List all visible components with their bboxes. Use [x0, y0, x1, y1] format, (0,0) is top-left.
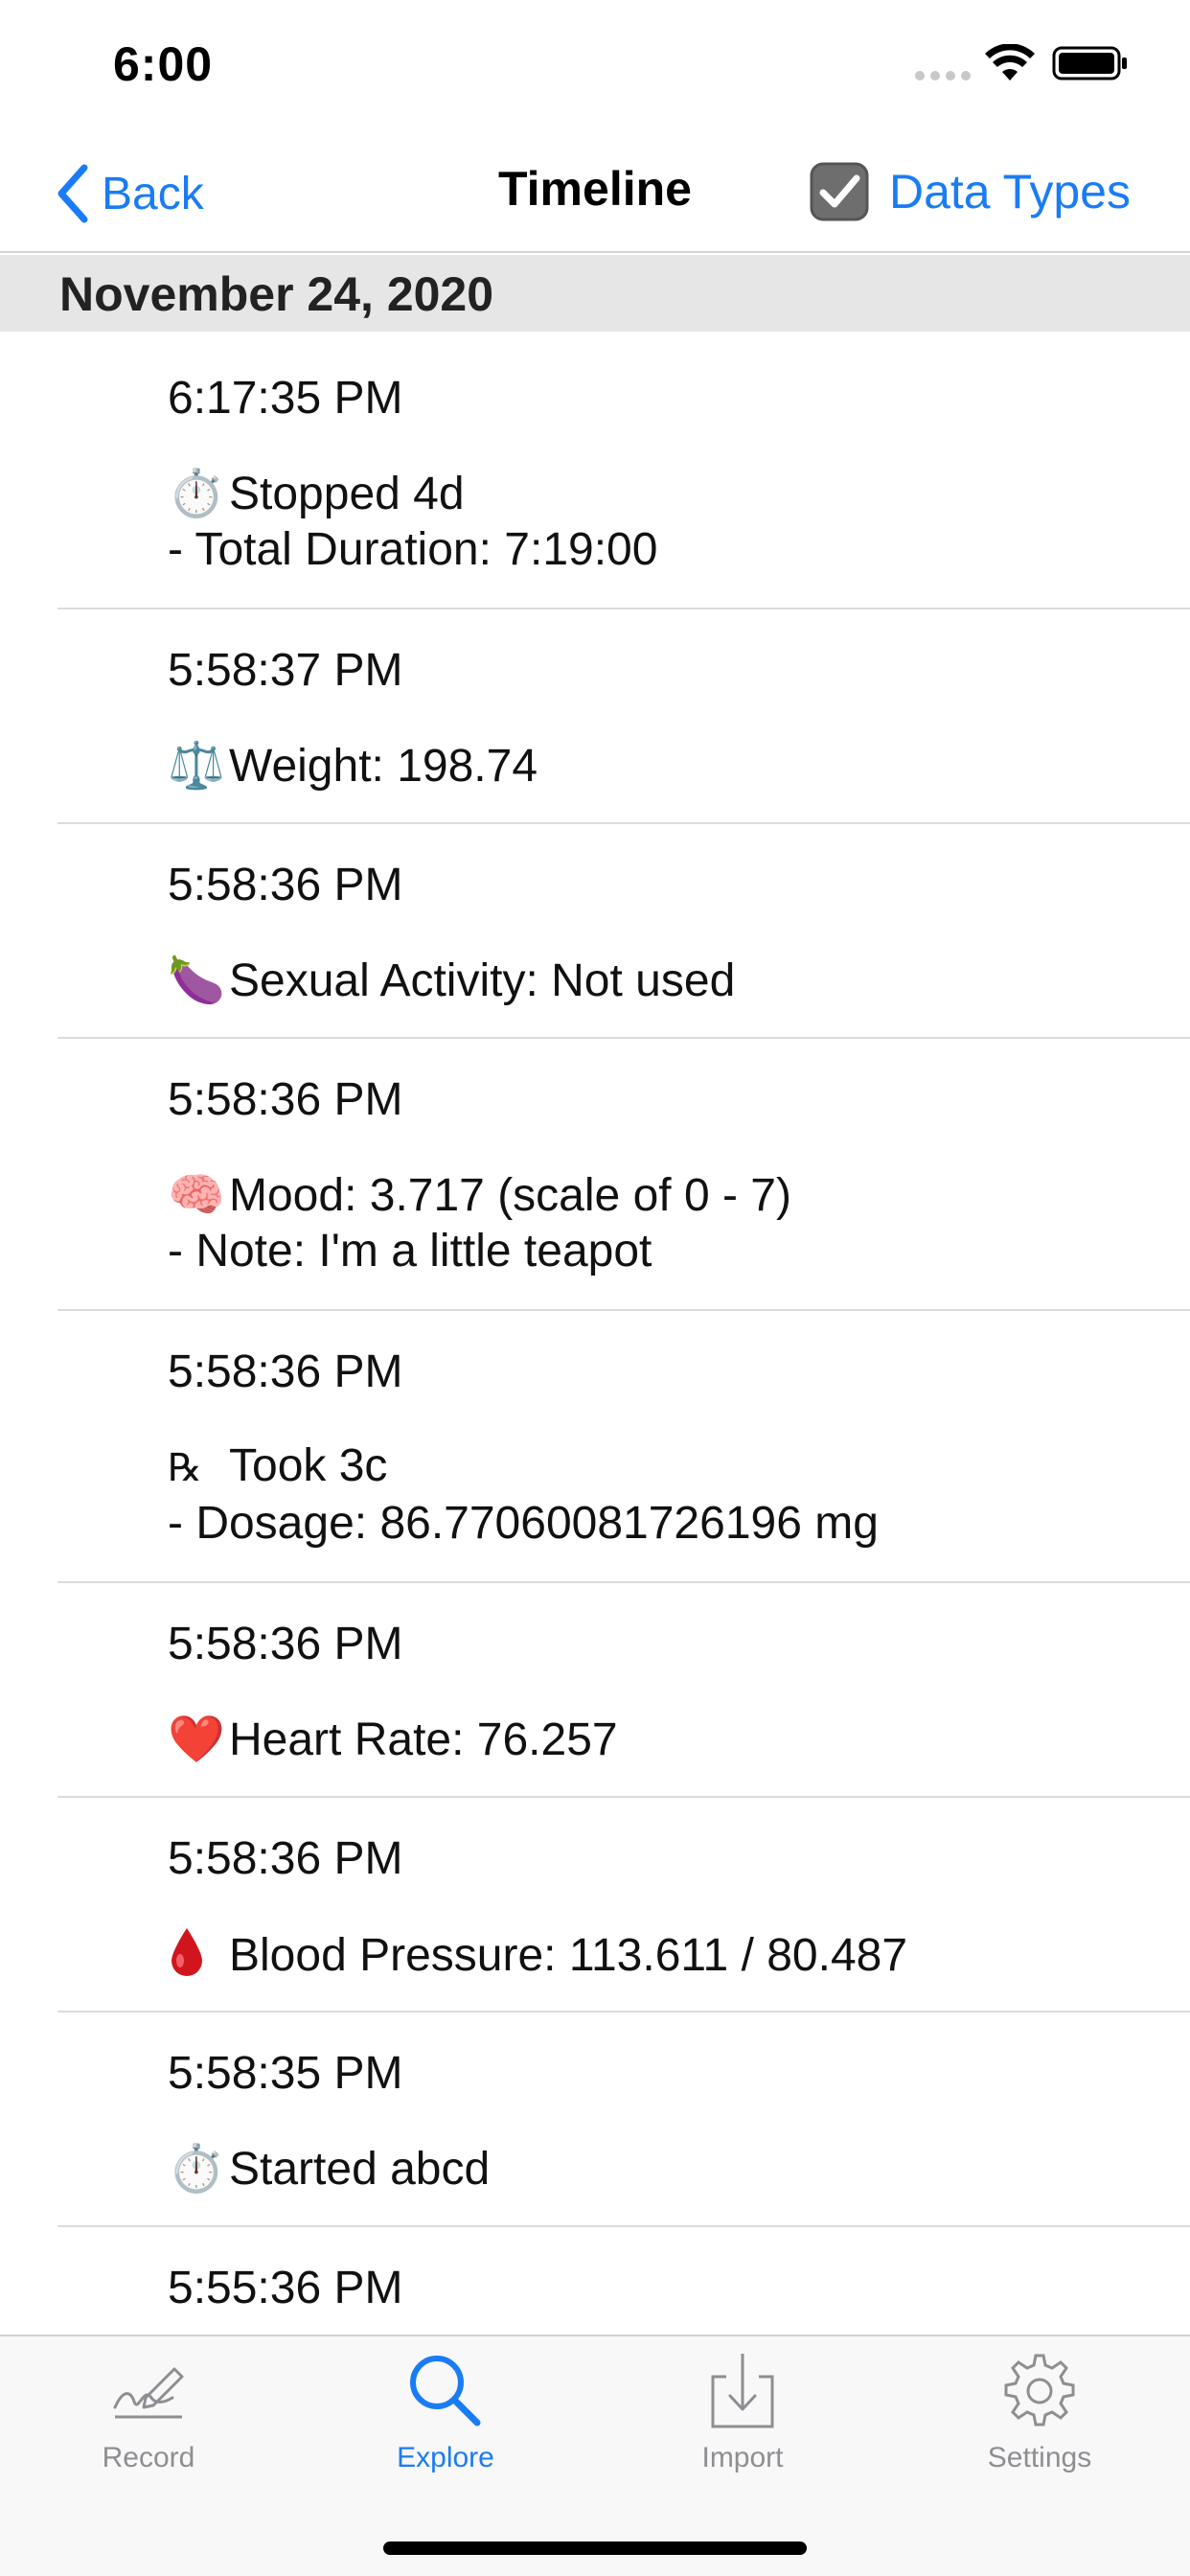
entry-text: Heart Rate: 76.257 [229, 1714, 618, 1765]
tab-label: Record [102, 2442, 195, 2473]
battery-icon [1052, 46, 1127, 80]
gear-icon [1004, 2354, 1075, 2426]
timeline-list[interactable]: 6:17:35 PM ⏱️Stopped 4d - Total Duration… [0, 332, 1190, 2334]
entry-text: Stopped 4d [229, 469, 465, 519]
timeline-entry[interactable]: 5:55:36 PM [0, 2227, 1190, 2334]
search-icon [410, 2356, 481, 2426]
signature-pen-icon [113, 2367, 184, 2419]
tab-label: Import [701, 2442, 784, 2473]
entry-text: Weight: 198.74 [229, 741, 538, 792]
tab-explore[interactable]: Explore [297, 2348, 594, 2492]
entry-text: Started abcd [229, 2144, 491, 2195]
stopwatch-icon: ⏱️ [168, 467, 225, 520]
data-types-label: Data Types [888, 165, 1131, 218]
data-types-button[interactable]: Data Types [809, 157, 1131, 226]
section-date: November 24, 2020 [59, 267, 494, 321]
brain-icon: 🧠 [168, 1168, 225, 1222]
wifi-icon [985, 44, 1035, 80]
entry-detail: - Total Duration: 7:19:00 [168, 524, 658, 575]
timeline-entry[interactable]: 6:17:35 PM ⏱️Stopped 4d - Total Duration… [0, 332, 1190, 610]
entry-time: 5:58:36 PM [168, 1074, 403, 1125]
entry-time: 5:58:36 PM [168, 1619, 403, 1669]
status-bar: 6:00 [0, 0, 1190, 134]
entry-time: 5:58:36 PM [168, 1833, 403, 1884]
heart-icon: ❤️ [168, 1713, 225, 1766]
tab-settings[interactable]: Settings [891, 2348, 1188, 2492]
entry-text: Sexual Activity: Not used [229, 955, 736, 1006]
entry-detail: - Dosage: 86.77060081726196 mg [168, 1498, 879, 1549]
tab-bar: Record Explore Import Settings [0, 2334, 1190, 2576]
home-indicator[interactable] [383, 2542, 807, 2555]
entry-time: 5:58:37 PM [168, 645, 403, 696]
checkbox-icon [810, 162, 869, 221]
stopwatch-icon: ⏱️ [168, 2142, 225, 2196]
entry-time: 5:58:36 PM [168, 860, 403, 910]
scale-icon: ⚖️ [168, 739, 225, 793]
entry-text: Blood Pressure: 113.611 / 80.487 [229, 1930, 908, 1981]
timeline-entry[interactable]: 5:58:36 PM ❤️Heart Rate: 76.257 [0, 1583, 1190, 1798]
section-header: November 24, 2020 [0, 255, 1190, 332]
cellular-signal-icon [915, 71, 971, 80]
eggplant-icon: 🍆 [168, 954, 225, 1007]
entry-time: 5:55:36 PM [168, 2263, 403, 2313]
status-time: 6:00 [113, 37, 214, 91]
entry-time: 5:58:36 PM [168, 1346, 403, 1397]
prescription-icon: ℞ [168, 1446, 202, 1490]
tab-label: Explore [397, 2442, 494, 2473]
tab-record[interactable]: Record [0, 2348, 297, 2492]
tab-label: Settings [987, 2442, 1092, 2473]
tab-import[interactable]: Import [594, 2348, 891, 2492]
timeline-entry[interactable]: 5:58:36 PM 🧠Mood: 3.717 (scale of 0 - 7)… [0, 1039, 1190, 1311]
timeline-entry[interactable]: 5:58:35 PM ⏱️Started abcd [0, 2012, 1190, 2227]
entry-text: Mood: 3.717 (scale of 0 - 7) [229, 1170, 791, 1221]
blood-drop-icon [168, 1926, 229, 1982]
entry-text: Took 3c [229, 1440, 388, 1491]
entry-time: 6:17:35 PM [168, 373, 403, 424]
timeline-entry[interactable]: 5:58:36 PM Blood Pressure: 113.611 / 80.… [0, 1798, 1190, 2012]
import-tray-icon [711, 2354, 774, 2428]
timeline-entry[interactable]: 5:58:36 PM 🍆Sexual Activity: Not used [0, 824, 1190, 1039]
navigation-bar: Back Timeline Data Types [0, 134, 1190, 253]
timeline-entry[interactable]: 5:58:37 PM ⚖️Weight: 198.74 [0, 610, 1190, 824]
entry-time: 5:58:35 PM [168, 2048, 403, 2099]
timeline-entry[interactable]: 5:58:36 PM ℞ Took 3c - Dosage: 86.7706008… [0, 1311, 1190, 1583]
entry-detail: - Note: I'm a little teapot [168, 1226, 652, 1276]
